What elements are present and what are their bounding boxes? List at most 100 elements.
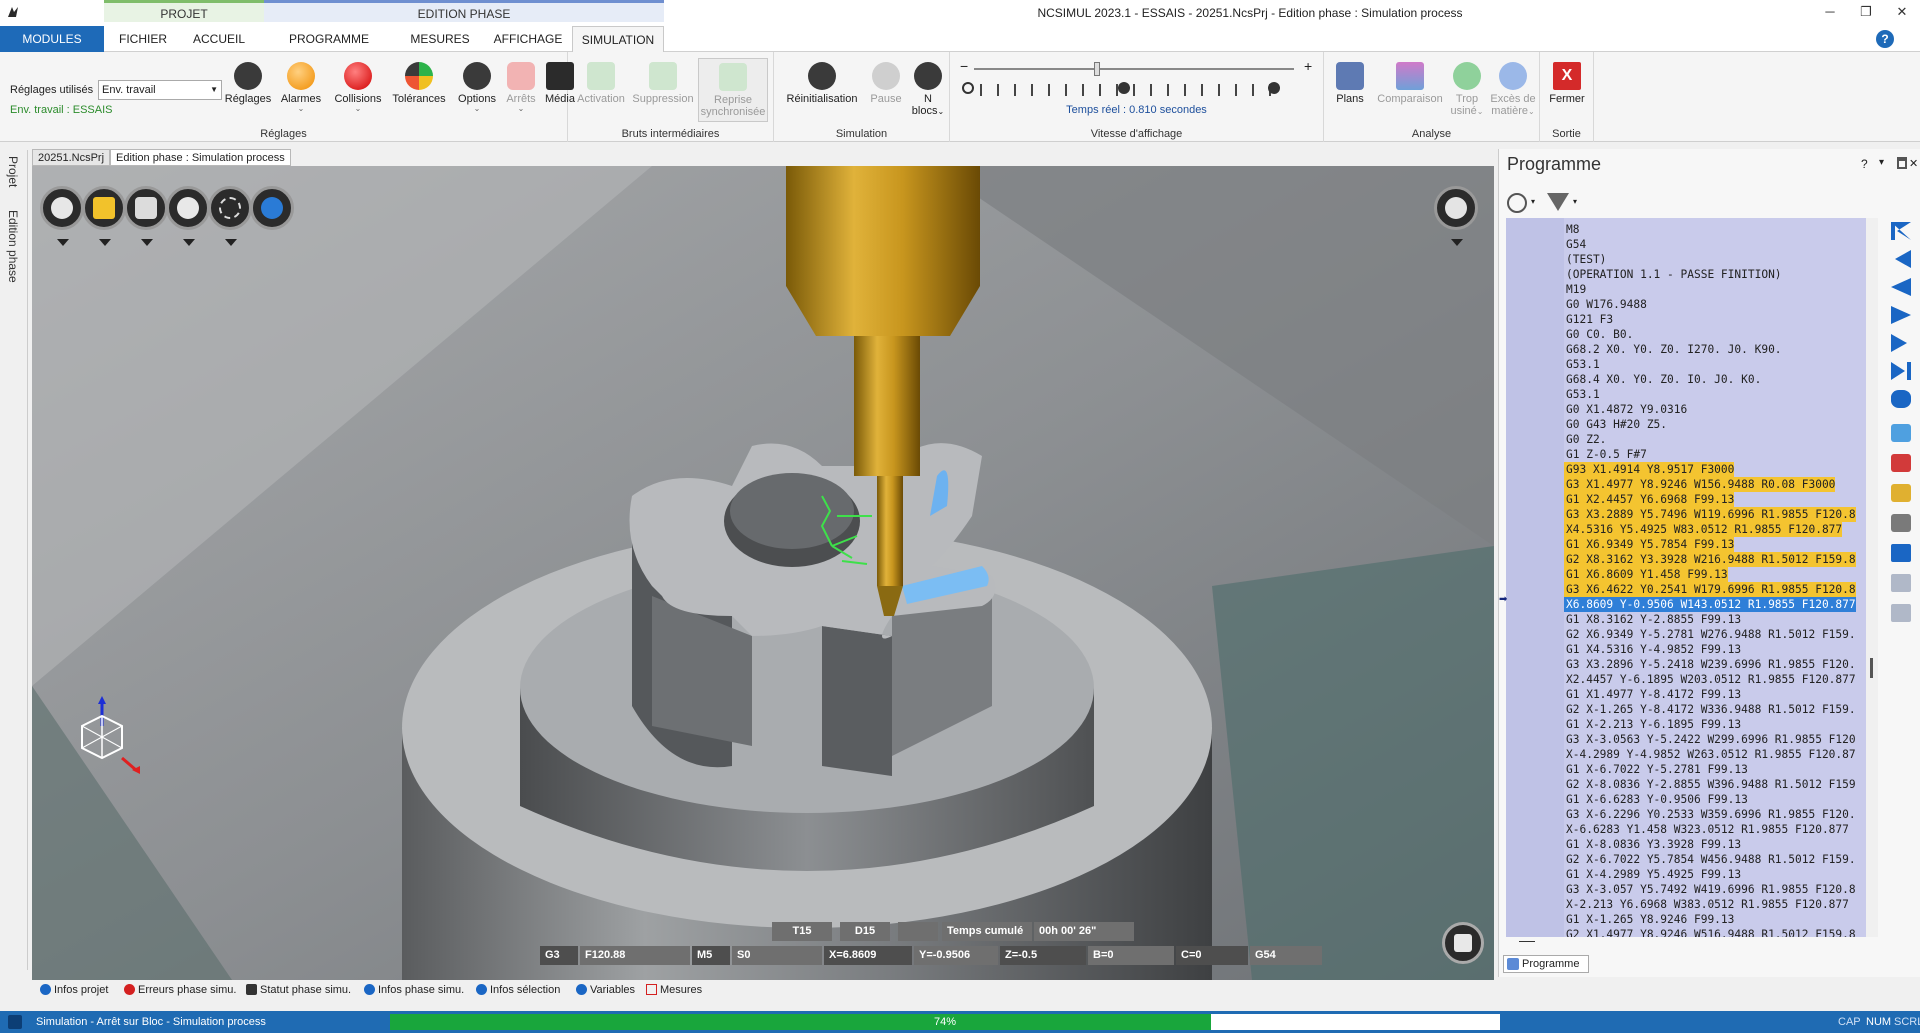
program-line[interactable]: G1 X-1.265 Y8.9246 F99.13: [1506, 908, 1866, 926]
fermer-button[interactable]: X Fermer: [1546, 62, 1588, 105]
line-gutter[interactable]: [1506, 863, 1564, 878]
program-line[interactable]: G1 X1.4977 Y-8.4172 F99.13: [1506, 683, 1866, 701]
program-line[interactable]: (TEST): [1506, 248, 1866, 266]
program-line[interactable]: G1 X4.5316 Y-4.9852 F99.13: [1506, 638, 1866, 656]
program-line[interactable]: G3 X-3.057 Y5.7492 W419.6996 R1.9855 F12…: [1506, 878, 1866, 896]
program-line[interactable]: G1 X6.8609 Y1.458 F99.13: [1506, 563, 1866, 582]
program-line[interactable]: G121 F3: [1506, 308, 1866, 326]
splitter-handle[interactable]: [1519, 941, 1535, 942]
program-line[interactable]: G3 X3.2896 Y-5.2418 W239.6996 R1.9855 F1…: [1506, 653, 1866, 671]
line-gutter[interactable]: [1506, 263, 1564, 278]
info-tab-infos-projet[interactable]: Infos projet: [40, 984, 108, 996]
program-line[interactable]: G53.1: [1506, 353, 1866, 371]
line-gutter[interactable]: [1506, 458, 1564, 473]
program-line[interactable]: G0 Z2.: [1506, 428, 1866, 446]
view-tool-zoom[interactable]: [166, 186, 210, 246]
comparaison-button[interactable]: Comparaison: [1374, 62, 1446, 105]
line-gutter[interactable]: [1506, 473, 1564, 488]
line-gutter[interactable]: [1506, 383, 1564, 398]
line-gutter[interactable]: [1506, 593, 1564, 608]
tab-simulation[interactable]: SIMULATION: [572, 26, 664, 53]
minimize-button[interactable]: ─: [1820, 4, 1840, 19]
program-line[interactable]: G1 Z-0.5 F#7: [1506, 443, 1866, 461]
program-line[interactable]: G54: [1506, 233, 1866, 251]
line-gutter[interactable]: [1506, 923, 1564, 937]
trop-usine-button[interactable]: Trop usiné⌄: [1446, 62, 1488, 117]
binoculars-icon[interactable]: [1891, 390, 1911, 408]
program-line[interactable]: G2 X1.4977 Y8.9246 W516.9488 R1.5012 F15…: [1506, 923, 1866, 937]
line-gutter[interactable]: [1506, 653, 1564, 668]
program-line[interactable]: G0 W176.9488: [1506, 293, 1866, 311]
tolerances-button[interactable]: Tolérances: [388, 62, 450, 105]
program-line[interactable]: G3 X6.4622 Y0.2541 W179.6996 R1.9855 F12…: [1506, 578, 1866, 597]
program-line[interactable]: X4.5316 Y5.4925 W83.0512 R1.9855 F120.87…: [1506, 518, 1866, 537]
restore-button[interactable]: ❐: [1856, 4, 1876, 20]
line-gutter[interactable]: [1506, 803, 1564, 818]
line-gutter[interactable]: [1506, 908, 1564, 923]
line-gutter[interactable]: [1506, 713, 1564, 728]
line-gutter[interactable]: [1506, 563, 1564, 578]
tab-fichier[interactable]: FICHIER: [110, 26, 176, 52]
line-gutter[interactable]: [1506, 623, 1564, 638]
doc-tab-project[interactable]: 20251.NcsPrj: [32, 149, 111, 166]
program-line[interactable]: G0 X1.4872 Y9.0316: [1506, 398, 1866, 416]
program-line[interactable]: G0 C0. B0.: [1506, 323, 1866, 341]
line-gutter[interactable]: [1506, 353, 1564, 368]
line-gutter[interactable]: [1506, 638, 1564, 653]
suppression-button[interactable]: Suppression: [630, 62, 696, 105]
program-line[interactable]: G2 X-1.265 Y-8.4172 W336.9488 R1.5012 F1…: [1506, 698, 1866, 716]
line-gutter[interactable]: [1506, 338, 1564, 353]
line-gutter[interactable]: [1506, 878, 1564, 893]
reglages-button[interactable]: Réglages: [222, 62, 274, 105]
step-back-icon[interactable]: [1891, 278, 1911, 296]
line-gutter[interactable]: [1506, 443, 1564, 458]
chevron-down-icon[interactable]: ▾: [1531, 197, 1535, 206]
program-line[interactable]: G0 G43 H#20 Z5.: [1506, 413, 1866, 431]
collisions-button[interactable]: Collisions ⌄: [330, 62, 386, 113]
program-line[interactable]: X-4.2989 Y-4.9852 W263.0512 R1.9855 F120…: [1506, 743, 1866, 761]
program-bottom-tab[interactable]: Programme: [1503, 955, 1589, 973]
pencil-icon[interactable]: [1891, 514, 1911, 532]
help-icon[interactable]: ?: [1876, 30, 1894, 48]
close-window-button[interactable]: ✕: [1892, 4, 1912, 20]
previous-stop-icon[interactable]: [1895, 250, 1911, 268]
view-tool-stock[interactable]: [82, 186, 126, 246]
line-gutter[interactable]: [1506, 773, 1564, 788]
reglages-select[interactable]: Env. travail ▼: [98, 80, 222, 100]
line-gutter[interactable]: [1506, 683, 1564, 698]
program-line[interactable]: X6.8609 Y-0.9506 W143.0512 R1.9855 F120.…: [1506, 593, 1866, 612]
program-line[interactable]: G1 X-8.0836 Y3.3928 F99.13: [1506, 833, 1866, 851]
line-gutter[interactable]: [1506, 818, 1564, 833]
program-line[interactable]: X-2.213 Y6.6968 W383.0512 R1.9855 F120.8…: [1506, 893, 1866, 911]
modules-button[interactable]: MODULES: [0, 26, 104, 52]
panel-close-button[interactable]: ✕: [1909, 157, 1918, 170]
program-line[interactable]: G2 X6.9349 Y-5.2781 W276.9488 R1.5012 F1…: [1506, 623, 1866, 641]
arrets-button[interactable]: Arrêts ⌄: [502, 62, 540, 113]
add-breakpoint-icon[interactable]: [1891, 424, 1911, 442]
plans-button[interactable]: Plans: [1328, 62, 1372, 105]
save-icon[interactable]: [1891, 544, 1911, 562]
view-tool-scene[interactable]: [40, 186, 84, 246]
line-gutter[interactable]: [1506, 323, 1564, 338]
pause-button[interactable]: Pause: [866, 62, 906, 105]
document-icon[interactable]: [1891, 574, 1911, 592]
speed-slider-track[interactable]: [974, 68, 1294, 70]
line-gutter[interactable]: [1506, 398, 1564, 413]
line-gutter[interactable]: [1506, 698, 1564, 713]
program-line[interactable]: G2 X-8.0836 Y-2.8855 W396.9488 R1.5012 F…: [1506, 773, 1866, 791]
alarmes-button[interactable]: Alarmes ⌄: [274, 62, 328, 113]
activation-button[interactable]: Activation: [574, 62, 628, 105]
clock-icon[interactable]: [1507, 193, 1527, 213]
line-gutter[interactable]: [1506, 308, 1564, 323]
line-gutter[interactable]: [1506, 518, 1564, 533]
context-tab-projet[interactable]: PROJET: [104, 0, 264, 22]
program-line[interactable]: G1 X8.3162 Y-2.8855 F99.13: [1506, 608, 1866, 626]
options-button[interactable]: Options ⌄: [452, 62, 502, 113]
info-tab-statut[interactable]: Statut phase simu.: [246, 984, 351, 996]
line-gutter[interactable]: [1506, 668, 1564, 683]
normal-speed-icon[interactable]: [1118, 82, 1130, 94]
line-gutter[interactable]: [1506, 413, 1564, 428]
info-tab-infos-selection[interactable]: Infos sélection: [476, 984, 560, 996]
simulation-viewport[interactable]: T15 D15 Temps cumulé 00h 00' 26" G3 F120…: [32, 166, 1494, 980]
program-line[interactable]: G3 X-6.2296 Y0.2533 W359.6996 R1.9855 F1…: [1506, 803, 1866, 821]
